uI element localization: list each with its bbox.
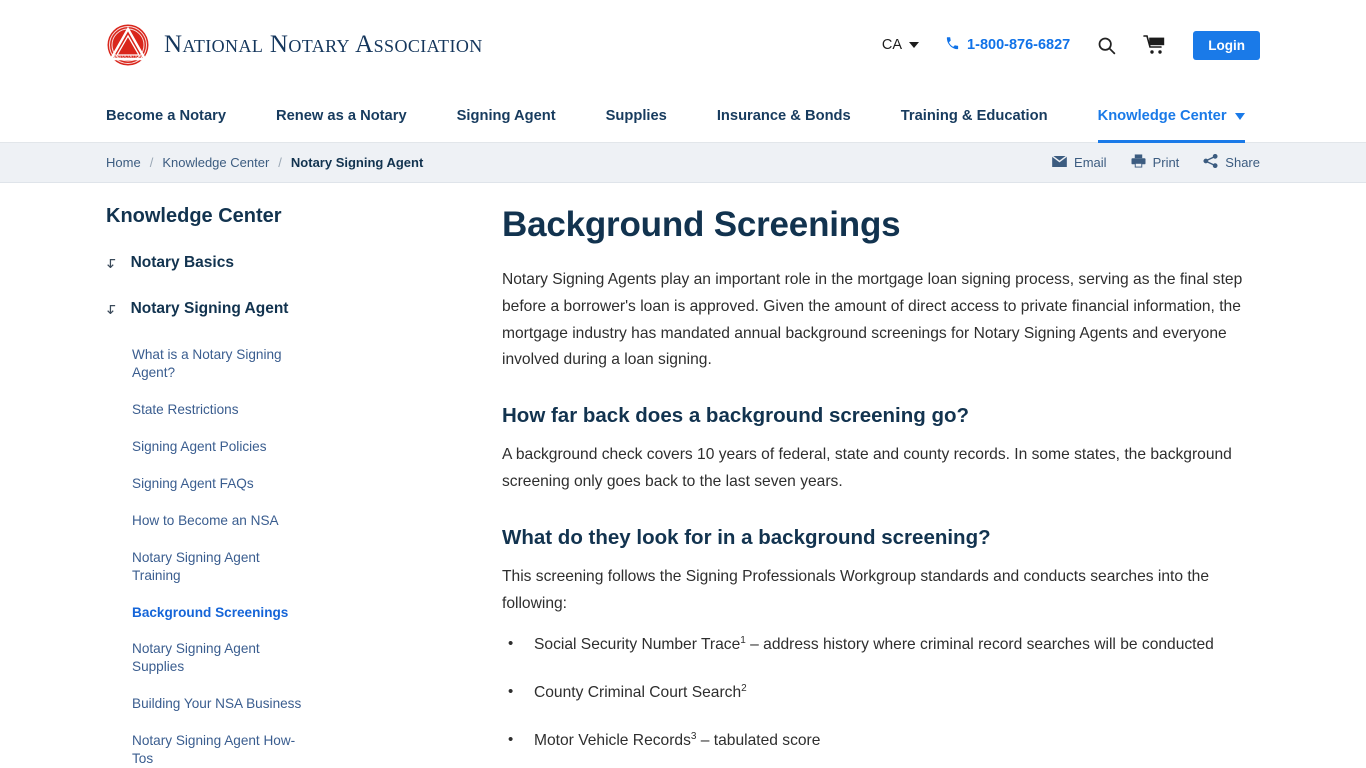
state-selector-value: CA (881, 37, 903, 53)
email-label: Email (1074, 155, 1107, 170)
phone-number: 1-800-876-6827 (967, 37, 1071, 53)
page-title: Background Screenings (502, 205, 901, 244)
nav-label: Supplies (605, 108, 667, 124)
breadcrumb: Home / Knowledge Center / Notary Signing… (106, 155, 423, 170)
article-intro: Notary Signing Agents play an important … (502, 271, 1243, 369)
breadcrumb-bar: Home / Knowledge Center / Notary Signing… (0, 143, 1366, 183)
breadcrumb-item-knowledge-center[interactable]: Knowledge Center (162, 155, 269, 170)
screening-list: Social Security Number Trace1 – address … (502, 631, 1260, 768)
list-item: County Criminal Court Search2 (502, 679, 1260, 707)
collapse-arrow-icon: ↴ (106, 301, 119, 318)
page-actions: Email Print Share (1051, 153, 1260, 171)
breadcrumb-item-home[interactable]: Home (106, 155, 141, 170)
sidebar-item-how-to-become-an-nsa[interactable]: How to Become an NSA (132, 512, 307, 530)
breadcrumb-item-current: Notary Signing Agent (290, 155, 424, 170)
print-button[interactable]: Print (1131, 154, 1180, 171)
nav-label: Insurance & Bonds (716, 108, 851, 124)
list-item-tail: – tabulated score (696, 731, 821, 749)
nav-item-knowledge-center[interactable]: Knowledge Center (1097, 90, 1245, 143)
login-button[interactable]: Login (1193, 30, 1260, 60)
sidebar-group-notary-basics[interactable]: ↴ Notary Basics (106, 254, 376, 272)
share-button[interactable]: Share (1203, 153, 1260, 171)
sidebar-item-notary-signing-agent-supplies[interactable]: Notary Signing Agent Supplies (132, 640, 307, 676)
sidebar-group-label: Notary Signing Agent (130, 300, 289, 317)
article: Background Screenings Notary Signing Age… (396, 183, 1260, 768)
sidebar-item-building-your-nsa-business[interactable]: Building Your NSA Business (132, 695, 307, 713)
phone-link[interactable]: 1-800-876-6827 (945, 36, 1070, 55)
sidebar-group-notary-signing-agent[interactable]: ↴ Notary Signing Agent (106, 300, 376, 318)
sidebar-item-background-screenings[interactable]: Background Screenings (132, 604, 307, 622)
brand-name: National Notary Association (164, 31, 483, 58)
list-item-tail: – address history where criminal record … (745, 635, 1214, 653)
envelope-icon (1051, 155, 1068, 170)
main-navigation: Become a Notary Renew as a Notary Signin… (0, 90, 1366, 143)
section-heading-how-far-back: How far back does a background screening… (502, 404, 970, 428)
print-label: Print (1152, 155, 1180, 170)
svg-text:ASSOCIATION: ASSOCIATION (114, 55, 143, 59)
footnote-marker: 2 (741, 682, 747, 694)
sidebar: Knowledge Center ↴ Notary Basics ↴ Notar… (106, 183, 396, 768)
sidebar-item-notary-signing-agent-how-tos[interactable]: Notary Signing Agent How-Tos (132, 732, 307, 768)
section-body-what-do-they-look-for: This screening follows the Signing Profe… (502, 567, 1210, 612)
nav-label: Knowledge Center (1097, 108, 1227, 124)
shopping-cart-icon[interactable] (1143, 34, 1167, 56)
sidebar-item-what-is-a-notary-signing-agent[interactable]: What is a Notary Signing Agent? (132, 346, 307, 382)
share-label: Share (1225, 155, 1260, 170)
list-item-text: Motor Vehicle Records (534, 731, 691, 749)
email-button[interactable]: Email (1051, 155, 1107, 170)
list-item: Social Security Number Trace1 – address … (502, 631, 1260, 659)
sidebar-item-signing-agent-policies[interactable]: Signing Agent Policies (132, 438, 307, 456)
nav-item-signing-agent[interactable]: Signing Agent (457, 90, 556, 142)
section-heading-what-do-they-look-for: What do they look for in a background sc… (502, 525, 991, 549)
sidebar-title: Knowledge Center (106, 205, 282, 227)
sidebar-group-label: Notary Basics (130, 254, 234, 271)
chevron-down-icon (909, 42, 920, 48)
phone-icon (945, 36, 960, 55)
search-icon[interactable] (1096, 35, 1117, 56)
nav-label: Signing Agent (456, 108, 556, 124)
list-item-text: County Criminal Court Search (534, 683, 742, 701)
share-icon (1203, 153, 1218, 171)
sidebar-item-signing-agent-faqs[interactable]: Signing Agent FAQs (132, 475, 307, 493)
page-body: Knowledge Center ↴ Notary Basics ↴ Notar… (0, 183, 1366, 768)
section-body-how-far-back: A background check covers 10 years of fe… (502, 446, 1232, 491)
state-selector[interactable]: CA (881, 37, 920, 53)
nav-item-insurance-and-bonds[interactable]: Insurance & Bonds (717, 90, 851, 142)
caret-down-icon (1234, 112, 1245, 120)
nna-seal-logo-icon: ASSOCIATION (106, 23, 150, 67)
collapse-arrow-icon: ↴ (106, 255, 119, 272)
sidebar-item-state-restrictions[interactable]: State Restrictions (132, 401, 307, 419)
sidebar-item-notary-signing-agent-training[interactable]: Notary Signing Agent Training (132, 549, 307, 585)
nav-item-renew-as-a-notary[interactable]: Renew as a Notary (276, 90, 407, 142)
nav-label: Renew as a Notary (276, 108, 407, 124)
nav-label: Become a Notary (106, 108, 226, 124)
breadcrumb-separator: / (149, 155, 154, 170)
site-header: ASSOCIATION National Notary Association … (0, 0, 1366, 90)
nav-item-training-and-education[interactable]: Training & Education (901, 90, 1048, 142)
printer-icon (1131, 154, 1146, 171)
brand-logo-link[interactable]: ASSOCIATION National Notary Association (106, 23, 483, 67)
nav-item-supplies[interactable]: Supplies (606, 90, 667, 142)
breadcrumb-separator: / (278, 155, 282, 170)
sidebar-links: What is a Notary Signing Agent? State Re… (106, 346, 376, 768)
list-item: Motor Vehicle Records3 – tabulated score (502, 727, 1260, 755)
nav-label: Training & Education (900, 108, 1048, 124)
list-item-text: Social Security Number Trace (534, 635, 741, 653)
nav-item-become-a-notary[interactable]: Become a Notary (106, 90, 226, 142)
header-utilities: CA 1-800-876-6827 Login (881, 30, 1260, 60)
